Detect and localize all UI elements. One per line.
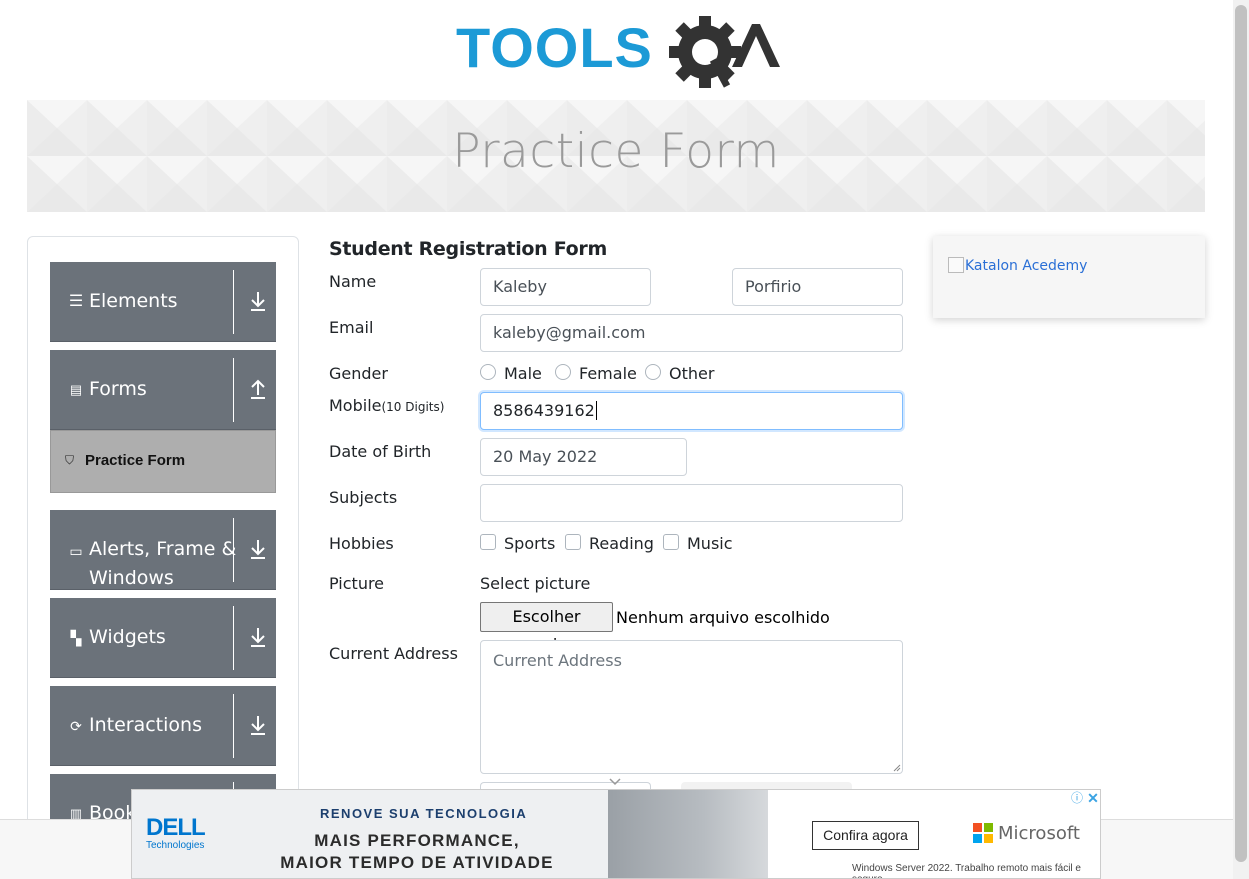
gender-male-label[interactable]: Male [504,364,542,383]
mobile-label: Mobile(10 Digits) [329,396,444,415]
current-address-textarea[interactable]: Current Address [480,640,903,774]
gender-female-radio[interactable] [555,364,571,380]
sidebar-group-widgets[interactable]: ▚ Widgets [50,598,276,678]
ad-message: MAIS PERFORMANCE, MAIOR TEMPO DE ATIVIDA… [272,830,562,874]
sidebar-item-practice-form[interactable]: ⛉ Practice Form [50,430,276,493]
select-picture-label: Select picture [480,574,591,593]
choose-file-button[interactable]: Escolher arquivo [480,602,613,654]
scrollbar-thumb[interactable] [1235,5,1247,862]
sidebar-group-label: Widgets [89,626,166,648]
download-arrow-icon[interactable] [248,714,268,736]
gear-icon [669,16,741,88]
gender-female-label[interactable]: Female [579,364,637,383]
list-icon: ☰ [68,293,84,310]
gender-other-label[interactable]: Other [669,364,714,383]
katalon-ad[interactable]: Katalon Acedemy [933,236,1205,318]
microsoft-logo-icon [973,823,993,843]
ad-headline: RENOVE SUA TECNOLOGIA [320,806,528,821]
first-name-input[interactable]: Kaleby [480,268,651,306]
sidebar-group-label: Alerts, Frame & [89,538,237,560]
hobby-sports-label[interactable]: Sports [504,534,555,553]
document-icon: ▤ [69,382,83,397]
mobile-hint: (10 Digits) [381,400,445,414]
microsoft-wordmark: Microsoft [998,823,1080,844]
divider [233,358,234,422]
chevron-down-icon[interactable] [609,778,621,786]
mobile-input[interactable]: 8586439162 [480,392,903,430]
sidebar-group-label-line2: Windows [89,567,174,589]
sidebar-group-forms[interactable]: ▤ Forms [50,350,276,430]
mobile-value: 8586439162 [493,401,595,420]
hobby-music-checkbox[interactable] [663,534,679,550]
ad-line-2: MAIOR TEMPO DE ATIVIDADE [280,853,554,872]
ad-photo [608,790,768,878]
ad-footnote: Windows Server 2022. Trabalho remoto mai… [852,863,1081,878]
widgets-icon: ▚ [70,630,82,646]
gender-label: Gender [329,364,388,383]
logo-a-shape [732,24,780,67]
sidebar-group-interactions[interactable]: ⟳ Interactions [50,686,276,766]
current-address-label: Current Address [329,644,458,663]
form-title: Student Registration Form [329,238,607,260]
mobile-label-text: Mobile [329,396,382,415]
dell-logo: DELL [146,814,206,841]
sync-icon: ⟳ [70,718,82,734]
broken-image-icon [948,257,964,273]
download-arrow-icon[interactable] [248,538,268,560]
ad-cta-button[interactable]: Confira agora [812,821,919,850]
picture-label: Picture [329,574,385,593]
window-icon: ▭ [69,543,83,559]
divider [233,518,234,582]
sidebar-group-label: Elements [89,290,178,312]
subjects-label: Subjects [329,488,398,507]
email-label: Email [329,318,374,337]
katalon-ad-link[interactable]: Katalon Acedemy [948,257,1087,274]
gender-male-radio[interactable] [480,364,496,380]
logo-tools-text: TOOLS [456,16,653,79]
download-arrow-icon[interactable] [248,290,268,312]
download-arrow-icon[interactable] [248,626,268,648]
last-name-input[interactable]: Porfirio [732,268,903,306]
divider [233,694,234,758]
ad-line-1: MAIS PERFORMANCE, [314,831,520,850]
page-title: Practice Form [452,124,780,179]
gender-other-radio[interactable] [645,364,661,380]
dob-label: Date of Birth [329,442,432,461]
resize-handle-icon[interactable] [893,764,901,772]
divider [233,270,234,334]
file-status-text: Nenhum arquivo escolhido [616,608,830,627]
hobbies-label: Hobbies [329,534,394,553]
upload-arrow-icon[interactable] [248,378,268,400]
ad-left-panel: DELL Technologies RENOVE SUA TECNOLOGIA … [132,790,608,878]
page: TOOLS Practice Form ☰ Elements ▤ Forms ⛉… [0,0,1249,879]
hobby-sports-checkbox[interactable] [480,534,496,550]
toolsqa-logo[interactable]: TOOLS [456,16,780,90]
dell-ad-banner[interactable]: DELL Technologies RENOVE SUA TECNOLOGIA … [131,789,1101,879]
ad-info-icon[interactable]: ⓘ [1070,791,1084,805]
subjects-input[interactable] [480,484,903,522]
sidebar-group-alerts[interactable]: ▭ Alerts, Frame & Windows [50,510,276,590]
hobby-reading-checkbox[interactable] [565,534,581,550]
hobby-reading-label[interactable]: Reading [589,534,654,553]
date-of-birth-input[interactable]: 20 May 2022 [480,438,687,476]
sidebar: ☰ Elements ▤ Forms ⛉ Practice Form ▭ Ale… [27,236,299,854]
hobby-music-label[interactable]: Music [687,534,733,553]
text-cursor [595,401,597,420]
ad-close-icon[interactable]: ✕ [1086,791,1100,805]
vertical-scrollbar[interactable] [1233,0,1249,879]
ad-alt-text: Katalon Acedemy [965,258,1088,274]
sidebar-group-label: Interactions [89,714,202,736]
sidebar-group-label: Forms [89,378,147,400]
sidebar-item-label: Practice Form [85,452,186,469]
name-label: Name [329,272,377,291]
dell-logo-sub: Technologies [146,840,205,851]
html5-icon: ⛉ [65,453,75,467]
email-input[interactable]: kaleby@gmail.com [480,314,903,352]
divider [233,606,234,670]
sidebar-group-elements[interactable]: ☰ Elements [50,262,276,342]
page-banner: Practice Form [27,100,1205,212]
